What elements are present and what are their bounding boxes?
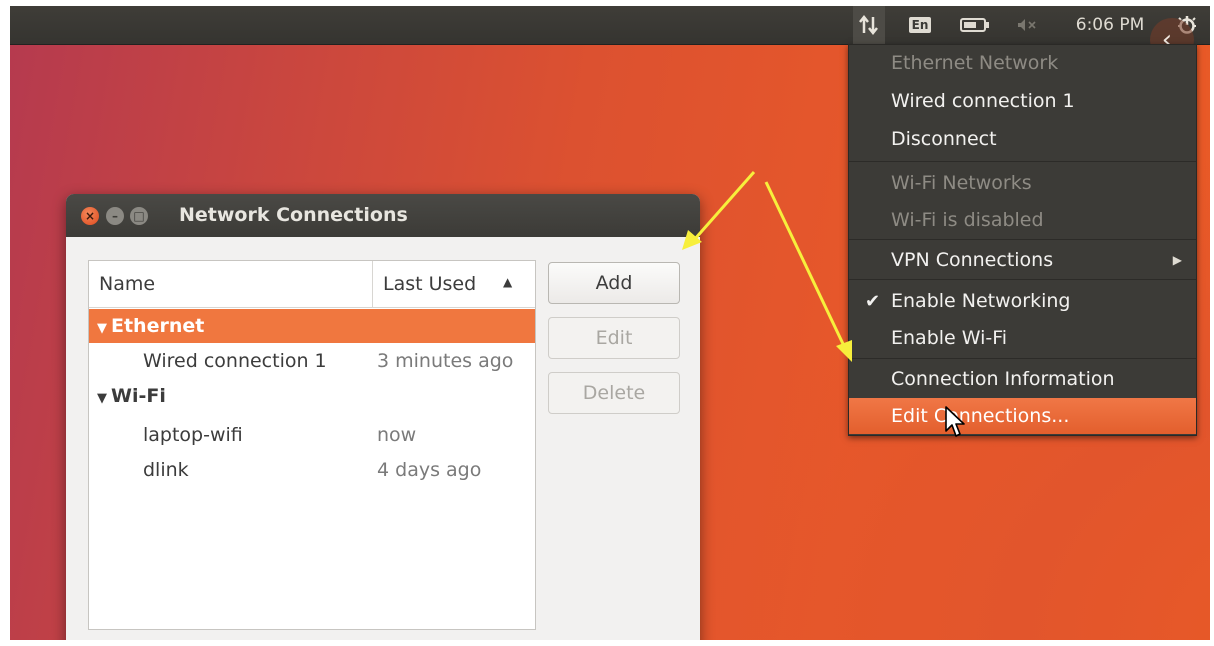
annotation-arrow-to-menu bbox=[764, 181, 852, 362]
desktop-background: En 6:06 PM ‹ Ethernet Network Wired conn… bbox=[10, 6, 1210, 640]
annotation-arrows bbox=[682, 171, 852, 362]
annotation-arrow-to-window bbox=[682, 171, 756, 250]
